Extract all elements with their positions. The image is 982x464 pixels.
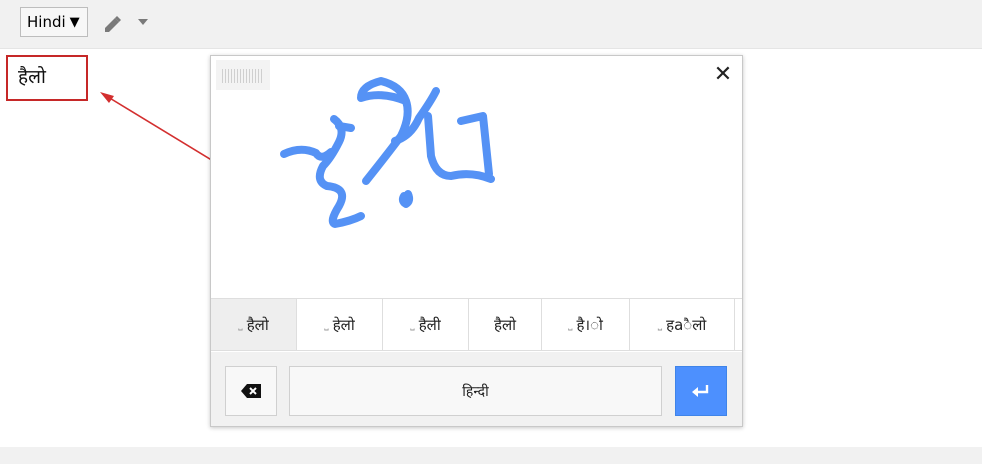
candidate-label: हैलो xyxy=(246,315,269,334)
space-key[interactable]: हिन्दी xyxy=(289,366,662,416)
candidate-label: हैली xyxy=(418,315,441,334)
space-symbol: ⎵ xyxy=(324,317,329,331)
language-select[interactable]: Hindi ▼ xyxy=(20,7,88,37)
candidate-label: हैलो xyxy=(493,315,517,334)
candidate-1[interactable]: ⎵ हेलो xyxy=(297,299,383,350)
space-symbol: ⎵ xyxy=(238,317,243,331)
editor-text-box[interactable]: हैलो xyxy=(6,55,88,101)
space-symbol: ⎵ xyxy=(568,317,573,331)
candidate-label: है।ो xyxy=(576,315,603,334)
space-symbol: ⎵ xyxy=(657,317,663,331)
candidate-5[interactable]: ⎵ हaैलो xyxy=(630,299,735,350)
candidate-2[interactable]: ⎵ हैली xyxy=(383,299,469,350)
close-button[interactable]: ✕ xyxy=(712,64,734,86)
grip-icon xyxy=(222,69,264,83)
candidate-3[interactable]: हैलो xyxy=(469,299,542,350)
pencil-icon[interactable] xyxy=(101,14,123,36)
space-symbol: ⎵ xyxy=(410,317,415,331)
language-label: Hindi xyxy=(27,13,66,31)
handwriting-panel: ✕ ⎵ हैलो ⎵ हेलो ⎵ हैली हैलो ⎵ है।ो ⎵ हaै… xyxy=(210,55,743,427)
toolbar: Hindi ▼ xyxy=(0,0,982,49)
keyboard-footer: हिन्दी xyxy=(211,352,742,426)
bottom-strip xyxy=(0,447,982,464)
candidate-4[interactable]: ⎵ है।ो xyxy=(542,299,630,350)
language-caret-icon: ▼ xyxy=(69,14,80,30)
enter-icon xyxy=(692,385,709,397)
candidate-bar: ⎵ हैलो ⎵ हेलो ⎵ हैली हैलो ⎵ है।ो ⎵ हaैलो xyxy=(211,298,742,351)
backspace-button[interactable] xyxy=(225,366,277,416)
candidate-label: हaैलो xyxy=(666,315,707,334)
handwriting-canvas[interactable] xyxy=(211,56,742,297)
editor-text: हैलो xyxy=(18,66,46,88)
space-key-label: हिन्दी xyxy=(462,383,489,400)
candidate-0[interactable]: ⎵ हैलो xyxy=(211,299,297,350)
candidate-label: हेलो xyxy=(332,315,355,334)
backspace-icon xyxy=(241,384,261,398)
drag-handle[interactable] xyxy=(216,60,270,90)
chevron-down-icon[interactable] xyxy=(136,16,150,28)
enter-button[interactable] xyxy=(675,366,727,416)
